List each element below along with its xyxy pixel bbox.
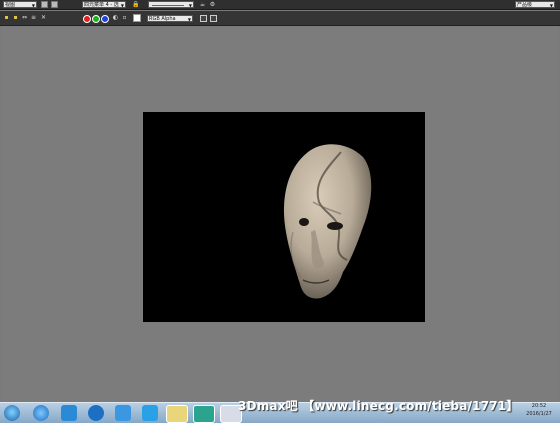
channel-dropdown[interactable]: RGB Alpha ▼ <box>147 15 193 22</box>
blue-channel-toggle[interactable] <box>101 15 109 23</box>
chevron-down-icon: ▼ <box>120 3 124 8</box>
clone-window-icon[interactable]: ⇔ <box>21 14 28 21</box>
color-swatch[interactable] <box>133 14 141 22</box>
alpha-channel-icon[interactable]: ◐ <box>112 14 119 21</box>
clear-icon[interactable]: ✕ <box>40 14 47 21</box>
preset-dropdown[interactable]: ▼ <box>148 1 194 8</box>
chevron-down-icon: ▼ <box>31 3 35 8</box>
rendered-image <box>143 112 425 322</box>
system-clock[interactable]: 20:52 2016/1/27 <box>524 402 554 418</box>
start-orb-icon[interactable] <box>4 405 20 421</box>
view-dropdown[interactable]: 视图 ▼ <box>3 1 37 8</box>
red-channel-toggle[interactable] <box>83 15 91 23</box>
watermark-text: 3Dmax吧 【www.linecg.com/tieba/1771】 <box>238 399 519 413</box>
wifi-icon[interactable] <box>142 405 158 421</box>
toggle-ui-icon[interactable] <box>210 15 217 22</box>
render-frame-toolbar-top: 视图 ▼ 四元菜单 4 - 选 ▼ 🔒 ▼ ☕ ⚙ 产品级 ▼ <box>0 0 560 10</box>
teapot-icon[interactable]: ☕ <box>199 1 206 8</box>
area-value: 产品级 <box>517 2 533 8</box>
chevron-down-icon: ▼ <box>188 3 192 8</box>
copy-image-icon[interactable]: ▪ <box>12 14 19 21</box>
rendered-face-mask <box>283 144 372 299</box>
green-channel-toggle[interactable] <box>92 15 100 23</box>
render-frame-toolbar-bottom: ▪ ▪ ⇔ ≡ ✕ ◐ ▫ RGB Alpha ▼ <box>0 11 560 26</box>
view-dropdown-value: 视图 <box>5 2 16 8</box>
chevron-down-icon: ▼ <box>187 17 191 22</box>
area-dropdown[interactable]: 产品级 ▼ <box>515 1 555 8</box>
qq-icon[interactable] <box>61 405 77 421</box>
channel-dropdown-value: RGB Alpha <box>149 16 176 22</box>
monochrome-icon[interactable]: ▫ <box>121 14 128 21</box>
clock-date: 2016/1/27 <box>526 411 552 417</box>
preset-line <box>152 5 184 6</box>
checkbox-icon[interactable] <box>51 1 58 8</box>
print-icon[interactable]: ≡ <box>30 14 37 21</box>
save-image-icon[interactable]: ▪ <box>3 14 10 21</box>
quad-menu-value: 四元菜单 4 - 选 <box>84 2 119 8</box>
lock-icon[interactable]: 🔒 <box>132 1 139 8</box>
chevron-down-icon: ▼ <box>549 3 553 8</box>
bird-app-icon[interactable] <box>115 405 131 421</box>
ie-icon[interactable] <box>33 405 49 421</box>
quad-menu-dropdown[interactable]: 四元菜单 4 - 选 ▼ <box>82 1 126 8</box>
lock-toggle-icon[interactable] <box>41 1 48 8</box>
k-app-icon[interactable] <box>88 405 104 421</box>
3dsmax-icon[interactable] <box>193 405 215 423</box>
clock-time: 20:52 <box>531 403 547 409</box>
folder-icon[interactable] <box>166 405 188 423</box>
toggle-ui-overlay-icon[interactable] <box>200 15 207 22</box>
gear-icon[interactable]: ⚙ <box>209 1 216 8</box>
